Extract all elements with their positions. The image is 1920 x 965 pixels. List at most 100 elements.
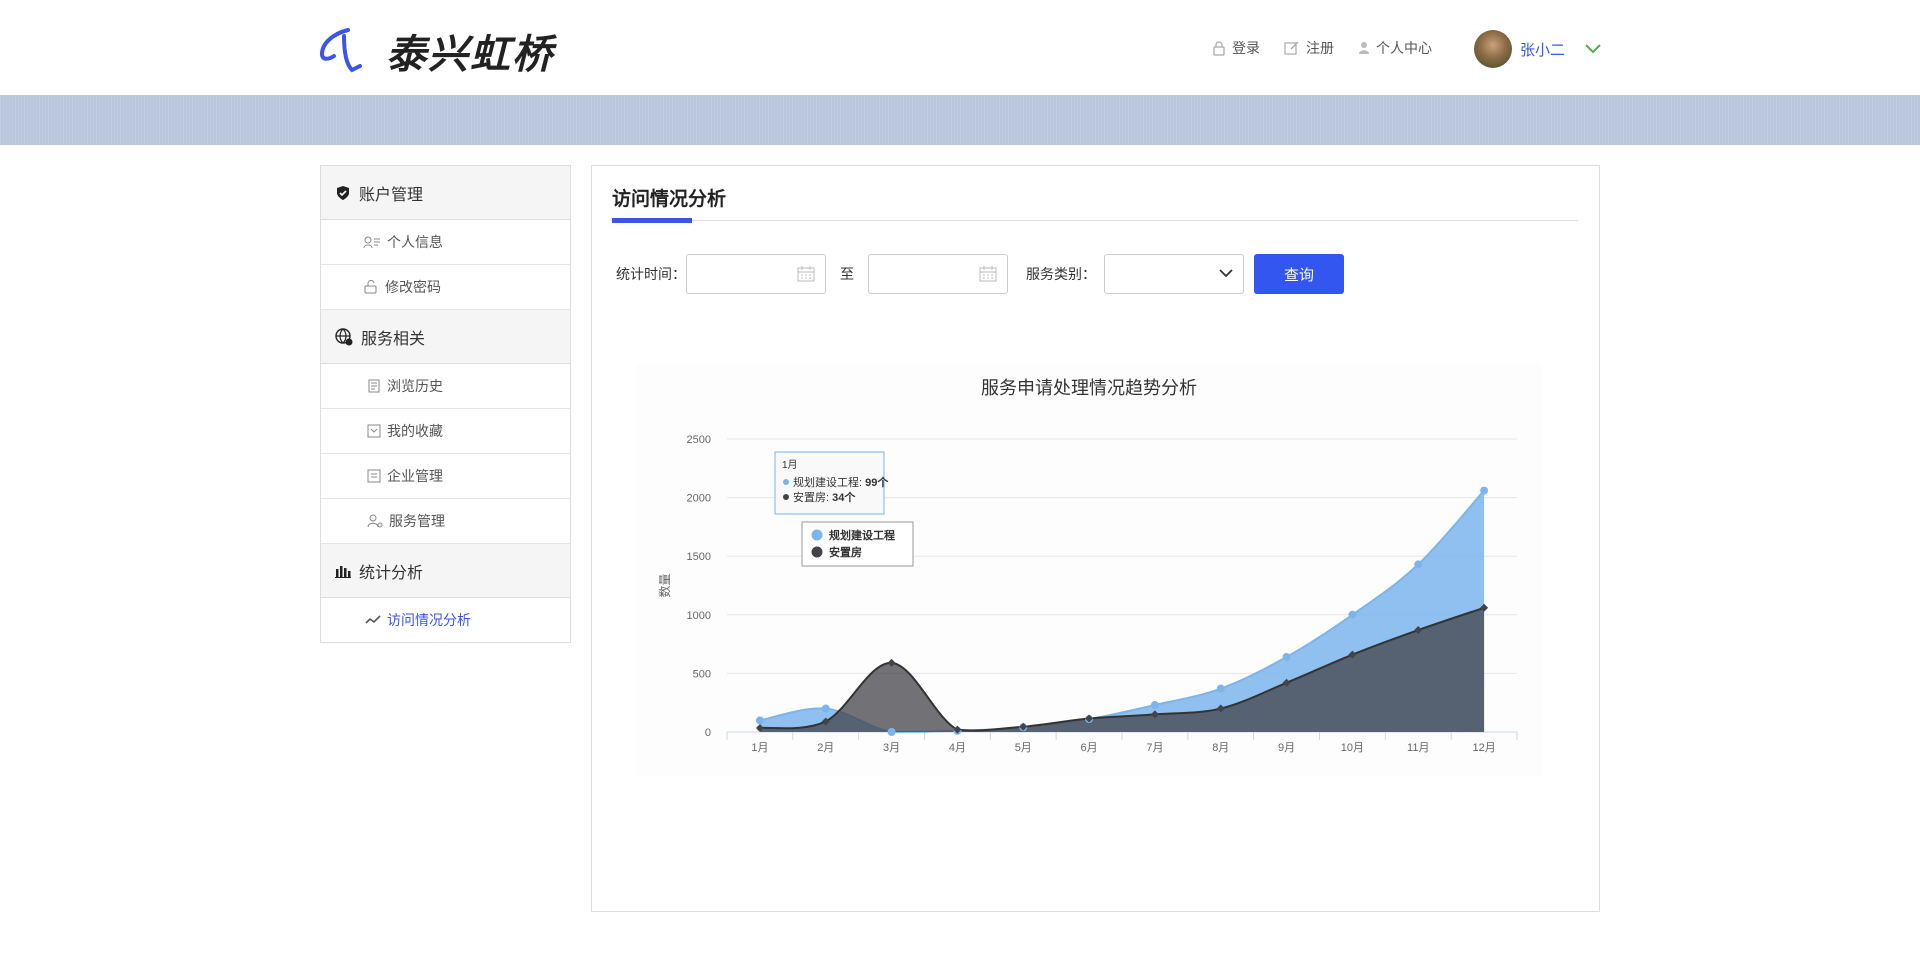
- calendar-icon[interactable]: [979, 266, 997, 282]
- page-title: 访问情况分析: [612, 188, 727, 210]
- favorite-icon: [367, 424, 381, 438]
- sidebar-group-stats[interactable]: 统计分析: [321, 544, 570, 598]
- start-date-input[interactable]: [686, 254, 826, 294]
- history-icon: [368, 379, 380, 393]
- x-tick-label: 9月: [1278, 742, 1295, 754]
- sidebar-item-label: 我的收藏: [387, 424, 443, 440]
- x-tick-label: 11月: [1407, 742, 1429, 754]
- sidebar-item-company[interactable]: 企业管理: [321, 454, 570, 499]
- title-divider: [612, 220, 1578, 221]
- bar-chart-icon: [335, 565, 351, 578]
- main-panel: 访问情况分析 统计时间： 至 服务类别： 查询 服务申请处理情况趋势分析 0 500…: [591, 165, 1600, 912]
- shield-check-icon: [337, 185, 349, 200]
- profile-link[interactable]: 个人中心: [1358, 38, 1432, 58]
- id-card-icon: [363, 236, 380, 249]
- sidebar-item-favorites[interactable]: 我的收藏: [321, 409, 570, 454]
- user-icon: [1359, 42, 1369, 54]
- tooltip-value: 99个: [865, 475, 889, 489]
- x-tick-label: 12月: [1472, 742, 1495, 754]
- lock-icon: [1213, 41, 1225, 56]
- user-settings-icon: [367, 514, 383, 528]
- sidebar-item-history[interactable]: 浏览历史: [321, 364, 570, 409]
- globe-icon: [335, 327, 353, 345]
- header: 泰兴虹桥 登录 注册 个人中心 张小二: [0, 0, 1920, 95]
- sidebar-group-service[interactable]: 服务相关: [321, 310, 570, 364]
- y-tick-label: 0: [705, 727, 711, 739]
- register-link[interactable]: 注册: [1284, 38, 1334, 58]
- sidebar-item-visit-analysis[interactable]: 访问情况分析: [321, 598, 570, 642]
- sidebar-item-password[interactable]: 修改密码: [321, 265, 570, 310]
- y-tick-label: 2000: [687, 493, 711, 505]
- y-tick-label: 1500: [687, 551, 711, 563]
- legend-item: 安置房: [829, 545, 862, 559]
- edit-icon: [1284, 41, 1299, 55]
- tooltip-title: 1月: [782, 459, 798, 471]
- sidebar-item-label: 企业管理: [387, 469, 443, 485]
- trend-line-icon: [365, 615, 381, 624]
- logo-mark-icon: [319, 28, 362, 73]
- time-label: 统计时间：: [616, 267, 686, 283]
- data-point: [887, 728, 896, 736]
- data-point: [1480, 486, 1489, 495]
- x-tick-label: 5月: [1015, 742, 1032, 754]
- sidebar-group-label: 服务相关: [361, 328, 426, 348]
- x-tick-label: 6月: [1081, 742, 1098, 754]
- end-date-input[interactable]: [868, 254, 1008, 294]
- data-point: [1150, 701, 1159, 710]
- chevron-down-icon[interactable]: [1585, 44, 1601, 54]
- sidebar-item-profile[interactable]: 个人信息: [321, 220, 570, 265]
- brand-name: 泰兴虹桥: [386, 31, 554, 78]
- y-tick-label: 2500: [687, 434, 711, 446]
- service-category-select[interactable]: [1104, 254, 1244, 294]
- x-tick-label: 7月: [1146, 742, 1163, 754]
- profile-label: 个人中心: [1376, 41, 1432, 57]
- chart-container: 服务申请处理情况趋势分析 0 500 1000 1500 2000 2500 数量 1月 2月 3月…: [636, 364, 1542, 776]
- tooltip-label: 规划建设工程: 99个: [793, 475, 889, 489]
- x-tick-label: 1月: [751, 742, 768, 754]
- x-tick-label: 3月: [883, 742, 900, 754]
- y-tick-label: 500: [693, 668, 711, 680]
- data-point: [1414, 560, 1423, 569]
- avatar: [1474, 30, 1512, 68]
- sidebar-item-label: 修改密码: [385, 280, 441, 296]
- filter-bar: 统计时间： 至 服务类别： 查询: [616, 254, 1344, 294]
- x-tick-label: 10月: [1341, 742, 1364, 754]
- login-link[interactable]: 登录: [1212, 38, 1260, 58]
- x-tick-label: 8月: [1212, 742, 1229, 754]
- sidebar-group-label: 统计分析: [359, 562, 424, 582]
- category-label: 服务类别：: [1026, 267, 1096, 283]
- tooltip-label: 安置房: 34个: [793, 490, 856, 504]
- tooltip-value: 34个: [832, 490, 856, 504]
- tooltip: 1月规划建设工程: 99个安置房: 34个: [774, 451, 889, 515]
- logo[interactable]: 泰兴虹桥: [318, 22, 554, 80]
- sidebar-item-label: 浏览历史: [387, 379, 443, 395]
- y-tick-label: 1000: [687, 610, 711, 622]
- unlock-icon: [364, 280, 377, 294]
- trend-chart: 服务申请处理情况趋势分析 0 500 1000 1500 2000 2500 数量 1月 2月 3月…: [636, 364, 1542, 776]
- sidebar-item-service-mgmt[interactable]: 服务管理: [321, 499, 570, 544]
- sidebar-item-label: 个人信息: [387, 235, 443, 251]
- legend-marker: [811, 529, 823, 541]
- user-menu[interactable]: 张小二: [1474, 30, 1601, 68]
- data-point: [1348, 610, 1357, 619]
- sidebar-group-label: 账户管理: [359, 184, 424, 204]
- sidebar-group-account[interactable]: 账户管理: [321, 166, 570, 220]
- chart-title: 服务申请处理情况趋势分析: [981, 378, 1197, 398]
- calendar-icon[interactable]: [797, 266, 815, 282]
- legend: 规划建设工程安置房: [801, 521, 914, 567]
- query-button[interactable]: 查询: [1254, 254, 1344, 294]
- company-icon: [367, 469, 381, 483]
- sidebar: 账户管理 个人信息 修改密码 服务相关 浏览历史 我的收藏 企业管理 服务管理 …: [320, 165, 571, 643]
- sidebar-item-label: 服务管理: [389, 514, 445, 530]
- data-point: [821, 704, 830, 713]
- user-name: 张小二: [1520, 40, 1566, 59]
- legend-box: [801, 521, 914, 567]
- data-point: [755, 716, 764, 725]
- x-tick-label: 2月: [817, 742, 834, 754]
- y-axis-label: 数量: [657, 573, 672, 597]
- legend-marker: [811, 546, 823, 558]
- login-label: 登录: [1232, 41, 1260, 57]
- chevron-down-icon: [1219, 269, 1233, 278]
- tooltip-marker: [783, 479, 789, 485]
- data-point: [1282, 652, 1291, 661]
